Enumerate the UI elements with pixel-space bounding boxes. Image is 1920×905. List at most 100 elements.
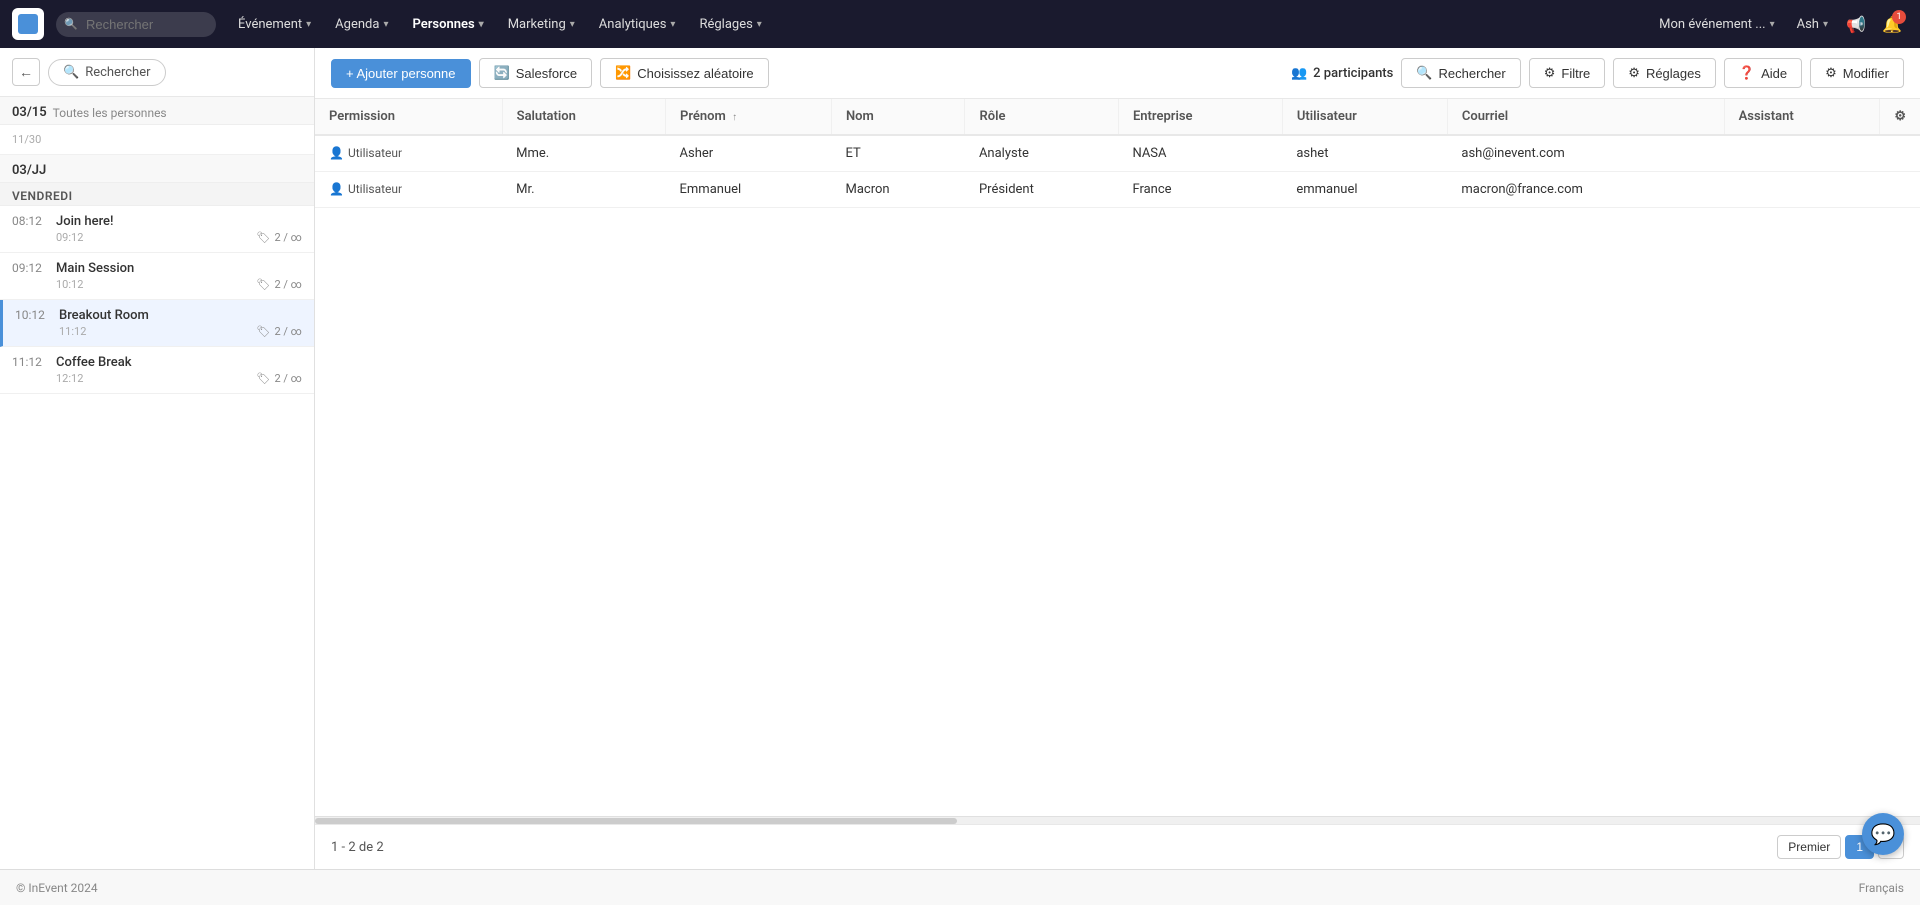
table-footer: 1 - 2 de 2 Premier 1 › [315, 824, 1920, 869]
chevron-down-icon: ▾ [1823, 19, 1828, 30]
copyright: © InEvent 2024 [16, 881, 98, 895]
filter-button[interactable]: ⚙ Filtre [1529, 58, 1606, 88]
table-row: 👤 Utilisateur Mr. Emmanuel Macron Présid… [315, 172, 1920, 208]
random-button[interactable]: 🔀 Choisissez aléatoire [600, 58, 769, 88]
cell-entreprise-1: France [1118, 172, 1282, 208]
cell-utilisateur-0: ashet [1282, 135, 1447, 172]
sidebar: ← 🔍 Rechercher 03/15 Toutes les personne… [0, 48, 315, 869]
topnav-right: Mon événement ... ▾ Ash ▾ 📢 🔔 1 [1649, 8, 1908, 40]
date-header-03jj: 03/JJ [0, 155, 314, 183]
tag-icon: 🏷 [257, 325, 271, 338]
bell-icon[interactable]: 🔔 1 [1876, 8, 1908, 40]
chevron-down-icon: ▾ [306, 19, 311, 30]
cell-role-1: Président [965, 172, 1118, 208]
sidebar-search-button[interactable]: 🔍 Rechercher [48, 59, 166, 86]
col-entreprise: Entreprise [1118, 99, 1282, 135]
filter-icon: ⚙ [1544, 65, 1556, 81]
nav-reglages[interactable]: Réglages ▾ [689, 11, 771, 38]
pagination-info: 1 - 2 de 2 [331, 840, 384, 855]
cell-permission-1: 👤 Utilisateur [315, 172, 502, 208]
top-navigation: Événement ▾ Agenda ▾ Personnes ▾ Marketi… [0, 0, 1920, 48]
search-button[interactable]: 🔍 Rechercher [1401, 58, 1520, 88]
cell-salutation-1: Mr. [502, 172, 665, 208]
horizontal-scrollbar[interactable] [315, 816, 1920, 824]
cell-prenom-0: Asher [666, 135, 832, 172]
app-logo [12, 8, 44, 40]
all-persons-item[interactable]: 11/30 [0, 125, 314, 155]
back-button[interactable]: ← [12, 58, 40, 86]
top-search-wrap [56, 12, 216, 37]
col-courriel: Courriel [1447, 99, 1724, 135]
date-header-0315: 03/15 Toutes les personnes [0, 97, 314, 125]
search-icon: 🔍 [63, 65, 79, 80]
nav-agenda[interactable]: Agenda ▾ [325, 11, 398, 38]
day-vendredi: VENDREDI [0, 183, 314, 206]
cell-nom-0: ET [831, 135, 964, 172]
sidebar-content: 03/15 Toutes les personnes 11/30 03/JJ V… [0, 97, 314, 869]
sync-icon: 🔄 [494, 65, 510, 81]
cell-salutation-0: Mme. [502, 135, 665, 172]
tag-icon: 🏷 [257, 278, 271, 291]
participants-table-wrap: Permission Salutation Prénom ↑ Nom Rôle … [315, 99, 1920, 816]
cell-settings-0 [1880, 135, 1920, 172]
session-main-session[interactable]: 09:12 Main Session 10:12 🏷 2 / ∞ [0, 253, 314, 300]
tag-icon: 🏷 [257, 372, 271, 385]
cell-assistant-1 [1724, 172, 1880, 208]
nav-personnes[interactable]: Personnes ▾ [402, 11, 493, 38]
content-toolbar: + Ajouter personne 🔄 Salesforce 🔀 Choisi… [315, 48, 1920, 99]
add-person-button[interactable]: + Ajouter personne [331, 59, 471, 88]
participants-count: 👥 2 participants [1291, 66, 1393, 81]
chevron-down-icon: ▾ [670, 19, 675, 30]
nav-analytiques[interactable]: Analytiques ▾ [589, 11, 686, 38]
bottom-bar-right: Français [1859, 881, 1904, 895]
chevron-down-icon: ▾ [479, 19, 484, 30]
salesforce-button[interactable]: 🔄 Salesforce [479, 58, 593, 88]
cell-prenom-1: Emmanuel [666, 172, 832, 208]
chevron-down-icon: ▾ [1770, 19, 1775, 30]
date-group-03jj: 03/JJ VENDREDI 08:12 Join here! 09:12 🏷 … [0, 155, 314, 394]
search-icon: 🔍 [1416, 65, 1432, 81]
person-icon: 👥 [1291, 66, 1307, 81]
session-coffee-break[interactable]: 11:12 Coffee Break 12:12 🏷 2 / ∞ [0, 347, 314, 394]
chevron-down-icon: ▾ [757, 19, 762, 30]
cell-utilisateur-1: emmanuel [1282, 172, 1447, 208]
col-prenom[interactable]: Prénom ↑ [666, 99, 832, 135]
tag-icon: 🏷 [257, 231, 271, 244]
reglages-button[interactable]: ⚙ Réglages [1613, 58, 1716, 88]
participants-table: Permission Salutation Prénom ↑ Nom Rôle … [315, 99, 1920, 208]
first-page-button[interactable]: Premier [1777, 835, 1841, 859]
chevron-down-icon: ▾ [570, 19, 575, 30]
random-icon: 🔀 [615, 65, 631, 81]
user-icon: 👤 [329, 182, 344, 196]
session-join-here[interactable]: 08:12 Join here! 09:12 🏷 2 / ∞ [0, 206, 314, 253]
cell-entreprise-0: NASA [1118, 135, 1282, 172]
help-icon: ❓ [1739, 65, 1755, 81]
col-nom: Nom [831, 99, 964, 135]
cell-nom-1: Macron [831, 172, 964, 208]
toolbar-right: 👥 2 participants 🔍 Rechercher ⚙ Filtre ⚙… [1291, 58, 1904, 88]
sidebar-header: ← 🔍 Rechercher [0, 48, 314, 97]
bottom-bar: © InEvent 2024 Français [0, 869, 1920, 905]
modify-button[interactable]: ⚙ Modifier [1810, 58, 1904, 88]
nav-evenement[interactable]: Événement ▾ [228, 11, 321, 38]
nav-marketing[interactable]: Marketing ▾ [498, 11, 585, 38]
col-settings[interactable]: ⚙ [1880, 99, 1920, 135]
col-assistant: Assistant [1724, 99, 1880, 135]
top-search-input[interactable] [56, 12, 216, 37]
megaphone-icon[interactable]: 📢 [1840, 8, 1872, 40]
cell-permission-0: 👤 Utilisateur [315, 135, 502, 172]
session-breakout-room[interactable]: 10:12 Breakout Room 11:12 🏷 2 / ∞ [0, 300, 314, 347]
chat-fab-button[interactable]: 💬 [1862, 813, 1904, 855]
scroll-thumb[interactable] [315, 818, 957, 824]
table-row: 👤 Utilisateur Mme. Asher ET Analyste NAS… [315, 135, 1920, 172]
sort-asc-icon: ↑ [732, 112, 737, 123]
col-salutation: Salutation [502, 99, 665, 135]
gear-icon: ⚙ [1628, 65, 1640, 81]
help-button[interactable]: ❓ Aide [1724, 58, 1802, 88]
cell-settings-1 [1880, 172, 1920, 208]
mon-evenement-menu[interactable]: Mon événement ... ▾ [1649, 11, 1784, 38]
cell-role-0: Analyste [965, 135, 1118, 172]
col-permission: Permission [315, 99, 502, 135]
language-selector[interactable]: Français [1859, 881, 1904, 895]
user-menu[interactable]: Ash ▾ [1789, 13, 1836, 36]
